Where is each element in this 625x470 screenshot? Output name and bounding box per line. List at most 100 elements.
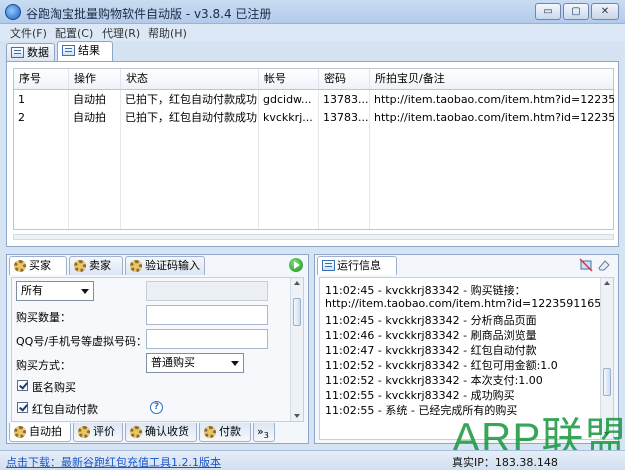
scroll-up-icon[interactable] <box>294 281 300 285</box>
overflow-count: 3 <box>263 431 269 441</box>
table-cell: 1 <box>18 93 25 106</box>
tab-data[interactable]: 数据 <box>6 43 55 62</box>
purchase-method-select[interactable]: 普通购买 <box>146 353 244 373</box>
tab-seller-label: 卖家 <box>89 259 111 272</box>
table-row[interactable]: 2 自动拍 已拍下，红包自动付款成功 kvckkrj... 13783... h… <box>13 109 614 127</box>
filter-select-value: 所有 <box>21 284 43 297</box>
form-vertical-scrollbar[interactable] <box>290 278 303 421</box>
scroll-thumb[interactable] <box>603 368 611 396</box>
log-line: 11:02:47 - kvckkrj83342 - 红包自动付款 <box>325 344 537 357</box>
status-bar: 点击下载：最新谷跑红包充值工具1.2.1版本 真实IP：183.38.148 <box>0 450 625 470</box>
close-icon: ✕ <box>600 6 610 17</box>
tab-auto-buy[interactable]: 自动拍 <box>9 423 71 442</box>
gear-icon <box>74 260 86 272</box>
table-cell: 已拍下，红包自动付款成功 <box>125 111 257 124</box>
gear-icon <box>14 260 26 272</box>
top-tabbar: 数据 结果 <box>4 41 621 62</box>
results-grid: 序号 操作 状态 帐号 密码 所拍宝贝/备注 1 自动拍 已拍下，红包自动付款成… <box>6 61 619 247</box>
anonymous-checkbox[interactable] <box>17 380 28 391</box>
maximize-icon: ▢ <box>571 6 581 17</box>
download-link[interactable]: 点击下载：最新谷跑红包充值工具1.2.1版本 <box>6 454 221 470</box>
maximize-button[interactable]: ▢ <box>563 3 589 20</box>
eraser-icon[interactable] <box>597 258 611 272</box>
virtual-number-input[interactable] <box>146 329 268 349</box>
close-button[interactable]: ✕ <box>591 3 619 20</box>
tab-run-info-label: 运行信息 <box>337 259 381 272</box>
tab-confirm-receipt[interactable]: 确认收货 <box>125 423 197 442</box>
anonymous-label: 匿名购买 <box>32 381 76 394</box>
tab-captcha-input[interactable]: 验证码输入 <box>125 256 205 275</box>
menu-proxy[interactable]: 代理(R) <box>102 25 140 41</box>
menu-help[interactable]: 帮助(H) <box>148 25 187 41</box>
purchase-method-value: 普通购买 <box>151 356 195 369</box>
table-cell: 自动拍 <box>73 93 106 106</box>
tab-run-info[interactable]: 运行信息 <box>317 256 397 275</box>
quantity-label: 购买数量： <box>16 311 71 324</box>
table-icon <box>11 47 24 58</box>
app-logo-icon <box>5 4 21 20</box>
virtual-number-label: QQ号/手机号等虚拟号码： <box>16 335 148 348</box>
table-cell: 13783... <box>323 93 369 106</box>
menu-config[interactable]: 配置(C) <box>55 25 93 41</box>
column-header[interactable]: 操作 <box>69 69 121 89</box>
column-header[interactable]: 帐号 <box>259 69 319 89</box>
tab-payment[interactable]: 付款 <box>199 423 251 442</box>
gear-icon <box>78 426 90 438</box>
start-play-icon[interactable] <box>289 258 303 272</box>
purchase-method-label: 购买方式： <box>16 359 71 372</box>
column-header[interactable]: 序号 <box>14 69 69 89</box>
minimize-button[interactable]: ▭ <box>535 3 561 20</box>
monitor-icon <box>322 260 335 271</box>
filter-input <box>146 281 268 301</box>
redpacket-checkbox[interactable] <box>17 402 28 413</box>
table-row[interactable]: 1 自动拍 已拍下，红包自动付款成功 gdcidw... 13783... ht… <box>13 91 614 109</box>
scroll-down-icon[interactable] <box>294 414 300 418</box>
table-cell: gdcidw... <box>263 93 312 106</box>
table-cell: 自动拍 <box>73 111 106 124</box>
help-icon[interactable]: ? <box>150 401 163 414</box>
tab-confirm-label: 确认收货 <box>145 425 189 438</box>
table-cell: 已拍下，红包自动付款成功 <box>125 93 257 106</box>
tab-review[interactable]: 评价 <box>73 423 123 442</box>
buyer-form: 所有 购买数量： QQ号/手机号等虚拟号码： 购买方式： 普通购买 匿名购买 红… <box>11 277 304 422</box>
gear-icon <box>130 260 142 272</box>
window-title: 谷跑淘宝批量购物软件自动版 - v3.8.4 已注册 <box>26 7 272 21</box>
tab-payment-label: 付款 <box>219 425 241 438</box>
table-cell: http://item.taobao.com/item.htm?id=12235… <box>374 111 614 124</box>
tab-buyer-label: 买家 <box>29 259 51 272</box>
title-bar: 谷跑淘宝批量购物软件自动版 - v3.8.4 已注册 ▭ ▢ ✕ <box>0 0 625 24</box>
horizontal-scrollbar[interactable] <box>13 234 614 240</box>
scroll-up-icon[interactable] <box>604 281 610 285</box>
table-cell: http://item.taobao.com/item.htm?id=12235… <box>374 93 614 106</box>
menu-file[interactable]: 文件(F) <box>10 25 47 41</box>
column-header[interactable]: 密码 <box>319 69 370 89</box>
tab-overflow-button[interactable]: »3 <box>253 423 275 442</box>
quantity-input[interactable] <box>146 305 268 325</box>
filter-select[interactable]: 所有 <box>16 281 94 301</box>
log-line: 11:02:45 - kvckkrj83342 - 购买链接： <box>325 284 526 297</box>
log-line: 11:02:46 - kvckkrj83342 - 刷商品浏览量 <box>325 329 537 342</box>
log-line: http://item.taobao.com/item.htm?id=12235… <box>325 297 609 310</box>
buyer-settings-panel: 买家 卖家 验证码输入 所有 购买数量： QQ号/手机号等虚拟号码： 购买方式：… <box>6 254 309 444</box>
scroll-thumb[interactable] <box>293 298 301 326</box>
action-tabbar: 自动拍 评价 确认收货 付款 »3 <box>7 423 308 443</box>
column-header[interactable]: 所拍宝贝/备注 <box>370 69 615 89</box>
clear-tools-icon[interactable] <box>579 258 593 272</box>
tab-review-label: 评价 <box>93 425 115 438</box>
chevron-down-icon <box>81 289 89 294</box>
table-cell: kvckkrj... <box>263 111 313 124</box>
tab-buyer[interactable]: 买家 <box>9 256 67 275</box>
real-ip-text: 真实IP：183.38.148 <box>452 456 558 469</box>
chevron-double-right-icon: » <box>257 425 264 438</box>
gear-icon <box>130 426 142 438</box>
tab-seller[interactable]: 卖家 <box>69 256 123 275</box>
tab-results-label: 结果 <box>78 44 100 57</box>
redpacket-label: 红包自动付款 <box>32 403 98 416</box>
gear-icon <box>204 426 216 438</box>
table-cell: 2 <box>18 111 25 124</box>
tab-results[interactable]: 结果 <box>57 41 113 62</box>
column-header[interactable]: 状态 <box>121 69 259 89</box>
tab-data-label: 数据 <box>27 46 49 59</box>
log-line: 11:02:55 - kvckkrj83342 - 成功购买 <box>325 389 515 402</box>
grid-header: 序号 操作 状态 帐号 密码 所拍宝贝/备注 <box>13 68 614 90</box>
